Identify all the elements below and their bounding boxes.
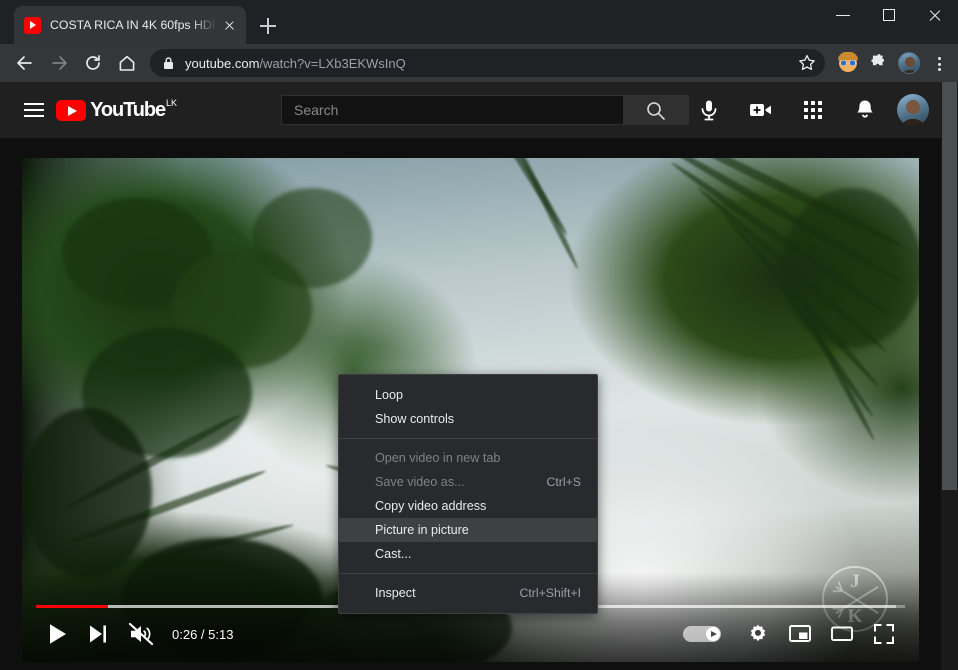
context-menu-item: Save video as... Ctrl+S	[339, 470, 597, 494]
new-tab-button[interactable]	[253, 12, 283, 40]
create-video-icon[interactable]	[741, 90, 781, 130]
player-controls-right	[683, 614, 905, 654]
settings-button[interactable]	[737, 614, 779, 654]
profile-avatar[interactable]	[898, 52, 920, 74]
minimize-button[interactable]	[820, 0, 866, 30]
address-bar[interactable]: youtube.com/watch?v=LXb3EKWsInQ	[150, 49, 825, 77]
notifications-bell-icon[interactable]	[845, 90, 885, 130]
header-icons	[689, 90, 929, 130]
maximize-button[interactable]	[866, 0, 912, 30]
youtube-header: YouTube LK Search	[0, 82, 941, 138]
page-content: YouTube LK Search 0:26 / 5:13 Loop Show …	[0, 82, 958, 670]
context-menu-separator	[339, 573, 597, 574]
context-menu-item-label: Cast...	[375, 547, 412, 561]
fullscreen-button[interactable]	[863, 614, 905, 654]
context-menu-item: Open video in new tab	[339, 446, 597, 470]
context-menu-item[interactable]: Picture in picture	[339, 518, 597, 542]
context-menu-item[interactable]: Show controls	[339, 407, 597, 431]
url-path: /watch?v=LXb3EKWsInQ	[259, 55, 406, 71]
lock-icon	[162, 56, 175, 70]
goggles-extension-icon[interactable]	[833, 48, 863, 78]
url-text: youtube.com/watch?v=LXb3EKWsInQ	[185, 56, 793, 71]
youtube-country-code: LK	[165, 98, 177, 108]
forward-icon	[42, 46, 76, 80]
url-domain: youtube.com	[185, 55, 260, 71]
context-menu-item-accelerator: Ctrl+Shift+I	[519, 586, 581, 600]
search-area: Search	[281, 95, 689, 125]
context-menu-item[interactable]: Copy video address	[339, 494, 597, 518]
youtube-play-icon	[56, 100, 87, 121]
youtube-wordmark: YouTube	[90, 99, 166, 121]
context-menu[interactable]: Loop Show controls Open video in new tab Sa…	[338, 374, 598, 614]
time-display: 0:26 / 5:13	[172, 626, 234, 642]
play-button[interactable]	[36, 614, 78, 654]
youtube-favicon	[24, 16, 41, 34]
home-icon[interactable]	[110, 46, 144, 80]
played-bar	[36, 605, 109, 608]
page-scrollbar[interactable]	[941, 82, 958, 670]
context-menu-item-label: Save video as...	[375, 475, 465, 489]
back-icon[interactable]	[8, 46, 42, 80]
context-menu-item-label: Show controls	[375, 412, 455, 426]
bookmark-star-icon[interactable]	[793, 49, 821, 77]
theater-button[interactable]	[821, 614, 863, 654]
apps-grid-icon[interactable]	[793, 90, 833, 130]
miniplayer-button[interactable]	[779, 614, 821, 654]
extensions-area	[833, 48, 958, 78]
context-menu-item-label: Open video in new tab	[375, 451, 501, 465]
reload-icon[interactable]	[76, 46, 110, 80]
mute-button[interactable]	[120, 614, 162, 654]
window-controls	[820, 0, 958, 30]
scrollbar-thumb[interactable]	[942, 82, 957, 490]
account-avatar[interactable]	[897, 94, 929, 126]
guide-menu-icon[interactable]	[22, 98, 44, 122]
player-controls: 0:26 / 5:13	[22, 614, 919, 654]
search-button[interactable]	[624, 95, 689, 125]
context-menu-item-label: Copy video address	[375, 499, 487, 513]
browser-window: COSTA RICA IN 4K 60fps HDR (U youtube.	[0, 0, 958, 670]
search-input[interactable]: Search	[281, 95, 624, 125]
next-video-button[interactable]	[78, 614, 120, 654]
context-menu-separator	[339, 438, 597, 439]
youtube-logo[interactable]: YouTube LK	[56, 98, 177, 122]
close-window-button[interactable]	[912, 0, 958, 30]
search-placeholder: Search	[294, 102, 339, 118]
chrome-menu-icon[interactable]	[925, 48, 953, 78]
browser-toolbar: youtube.com/watch?v=LXb3EKWsInQ	[0, 44, 958, 82]
puzzle-extensions-icon[interactable]	[863, 48, 893, 78]
context-menu-item[interactable]: Inspect Ctrl+Shift+I	[339, 581, 597, 605]
context-menu-item-label: Loop	[375, 388, 404, 402]
close-tab-icon[interactable]	[220, 16, 238, 34]
tab-title: COSTA RICA IN 4K 60fps HDR (U	[50, 18, 217, 32]
autoplay-toggle[interactable]	[683, 626, 721, 642]
context-menu-item[interactable]: Loop	[339, 383, 597, 407]
tab-strip: COSTA RICA IN 4K 60fps HDR (U	[0, 0, 958, 44]
context-menu-item-label: Inspect	[375, 586, 416, 600]
context-menu-item-accelerator: Ctrl+S	[546, 475, 581, 489]
browser-tab[interactable]: COSTA RICA IN 4K 60fps HDR (U	[14, 6, 246, 44]
voice-search-icon[interactable]	[689, 90, 729, 130]
context-menu-item[interactable]: Cast...	[339, 542, 597, 566]
context-menu-item-label: Picture in picture	[375, 523, 469, 537]
